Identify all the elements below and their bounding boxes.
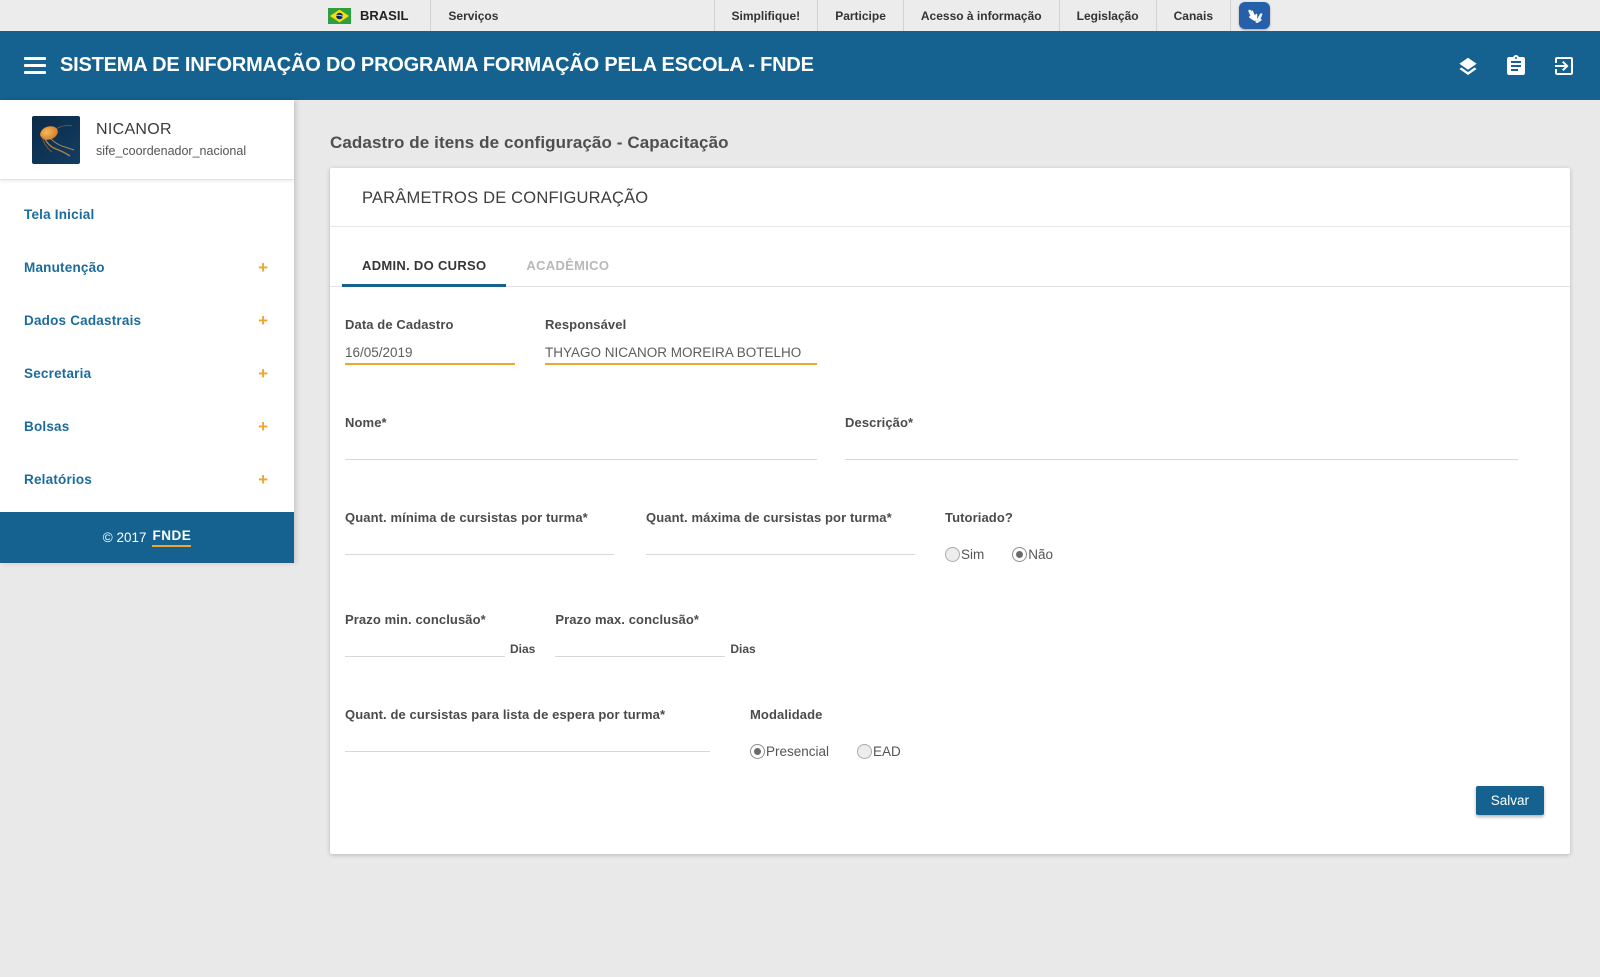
responsavel-label: Responsável	[545, 317, 817, 332]
vlibras-accessibility-button[interactable]	[1239, 2, 1270, 29]
brazil-flag-icon	[328, 8, 351, 24]
avatar	[32, 116, 80, 164]
card-title: PARÂMETROS DE CONFIGURAÇÃO	[330, 168, 1570, 226]
qt-minima-label: Quant. mínima de cursistas por turma*	[345, 510, 614, 525]
config-form: Data de Cadastro 16/05/2019 Responsável …	[330, 287, 1570, 759]
radio-unchecked-icon	[857, 744, 872, 759]
user-role: sife_coordenador_nacional	[96, 144, 246, 158]
gov-link-simplifique[interactable]: Simplifique!	[715, 0, 818, 31]
nome-label: Nome*	[345, 415, 817, 430]
user-name: NICANOR	[96, 121, 246, 139]
tutoriado-option-sim[interactable]: Sim	[945, 547, 984, 562]
dias-suffix: Dias	[725, 642, 755, 657]
data-cadastro-value: 16/05/2019	[345, 341, 515, 365]
expand-plus-icon: +	[258, 418, 268, 435]
sidebar: NICANOR sife_coordenador_nacional Tela I…	[0, 100, 294, 563]
dias-suffix: Dias	[505, 642, 535, 657]
tutoriado-option-nao[interactable]: Não	[1012, 547, 1053, 562]
sidebar-item-manutencao[interactable]: Manutenção +	[0, 241, 294, 294]
app-header: SISTEMA DE INFORMAÇÃO DO PROGRAMA FORMAÇ…	[0, 31, 1600, 100]
radio-checked-icon	[1012, 547, 1027, 562]
gov-bar: BRASIL Serviços Simplifique! Participe A…	[0, 0, 1600, 31]
prazo-min-input[interactable]	[345, 635, 505, 657]
descricao-label: Descrição*	[845, 415, 1518, 430]
radio-unchecked-icon	[945, 547, 960, 562]
qt-maxima-input[interactable]	[646, 533, 915, 555]
sidebar-footer: © 2017 FNDE	[0, 512, 294, 563]
lista-espera-label: Quant. de cursistas para lista de espera…	[345, 707, 710, 722]
modalidade-radio-group: Presencial EAD	[750, 744, 901, 759]
menu-hamburger-icon[interactable]	[24, 57, 46, 74]
logout-icon[interactable]	[1552, 54, 1576, 78]
sidebar-item-secretaria[interactable]: Secretaria +	[0, 347, 294, 400]
divider	[330, 226, 1570, 227]
app-title: SISTEMA DE INFORMAÇÃO DO PROGRAMA FORMAÇ…	[60, 54, 814, 77]
tab-admin-do-curso[interactable]: ADMIN. DO CURSO	[342, 258, 506, 286]
modalidade-option-ead[interactable]: EAD	[857, 744, 901, 759]
modalidade-option-presencial[interactable]: Presencial	[750, 744, 829, 759]
nome-input[interactable]	[345, 438, 817, 460]
qt-minima-input[interactable]	[345, 533, 614, 555]
descricao-input[interactable]	[845, 438, 1518, 460]
sidebar-item-dados-cadastrais[interactable]: Dados Cadastrais +	[0, 294, 294, 347]
save-button[interactable]: Salvar	[1476, 786, 1544, 815]
config-card: PARÂMETROS DE CONFIGURAÇÃO ADMIN. DO CUR…	[330, 168, 1570, 854]
expand-plus-icon: +	[258, 471, 268, 488]
copyright-text: © 2017	[103, 530, 147, 545]
vlibras-hands-icon	[1245, 7, 1265, 25]
expand-plus-icon: +	[258, 312, 268, 329]
gov-link-canais[interactable]: Canais	[1157, 0, 1230, 31]
sidebar-item-tela-inicial[interactable]: Tela Inicial	[0, 188, 294, 241]
modalidade-label: Modalidade	[750, 707, 901, 722]
page-title: Cadastro de itens de configuração - Capa…	[330, 133, 1570, 153]
clipboard-icon[interactable]	[1504, 54, 1528, 78]
gov-link-servicos[interactable]: Serviços	[431, 0, 515, 31]
prazo-min-label: Prazo min. conclusão*	[345, 612, 505, 627]
gov-link-acesso-informacao[interactable]: Acesso à informação	[904, 0, 1059, 31]
lista-espera-input[interactable]	[345, 730, 710, 752]
main-content: Cadastro de itens de configuração - Capa…	[294, 100, 1600, 854]
sidebar-item-relatorios[interactable]: Relatórios +	[0, 453, 294, 506]
qt-maxima-label: Quant. máxima de cursistas por turma*	[646, 510, 915, 525]
layers-icon[interactable]	[1456, 54, 1480, 78]
tab-bar: ADMIN. DO CURSO ACADÊMICO	[330, 258, 1570, 287]
gov-link-participe[interactable]: Participe	[818, 0, 903, 31]
sidebar-menu: Tela Inicial Manutenção + Dados Cadastra…	[0, 180, 294, 512]
expand-plus-icon: +	[258, 259, 268, 276]
radio-checked-icon	[750, 744, 765, 759]
responsavel-value: THYAGO NICANOR MOREIRA BOTELHO	[545, 341, 817, 365]
user-panel: NICANOR sife_coordenador_nacional	[0, 100, 294, 180]
gov-brand-label: BRASIL	[360, 8, 408, 23]
fnde-footer-link[interactable]: FNDE	[152, 528, 191, 547]
gov-link-legislacao[interactable]: Legislação	[1060, 0, 1156, 31]
sidebar-item-bolsas[interactable]: Bolsas +	[0, 400, 294, 453]
gov-brand-brasil[interactable]: BRASIL	[326, 0, 430, 31]
prazo-max-input[interactable]	[555, 635, 725, 657]
tutoriado-radio-group: Sim Não	[945, 547, 1053, 562]
expand-plus-icon: +	[258, 365, 268, 382]
tutoriado-label: Tutoriado?	[945, 510, 1053, 525]
data-cadastro-label: Data de Cadastro	[345, 317, 515, 332]
prazo-max-label: Prazo max. conclusão*	[555, 612, 725, 627]
tab-academico[interactable]: ACADÊMICO	[506, 258, 629, 286]
